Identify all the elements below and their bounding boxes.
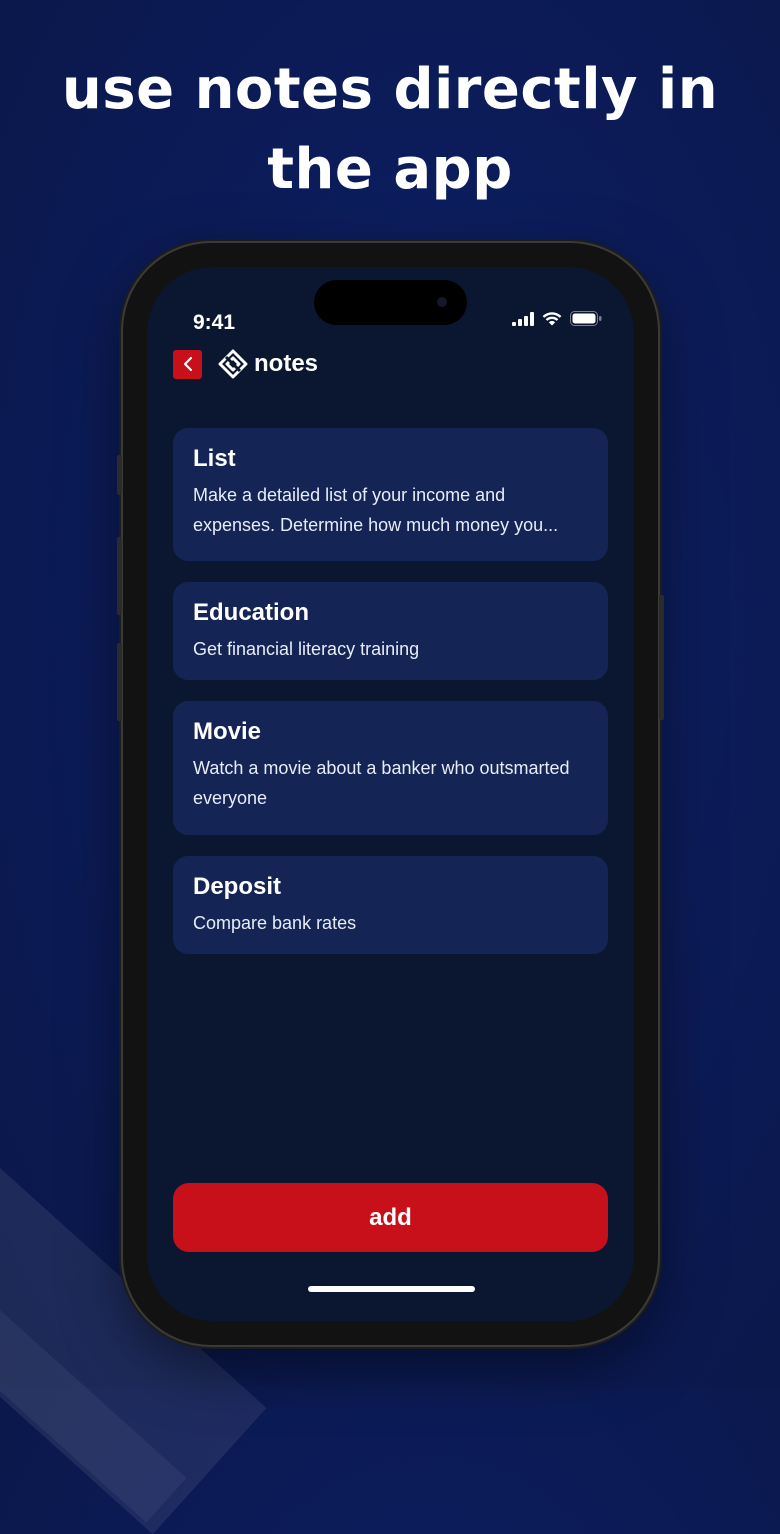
headline-line-2: the app <box>267 137 513 202</box>
app-title: notes <box>254 350 319 377</box>
add-button[interactable]: add <box>173 1183 608 1252</box>
volume-down-button <box>117 643 122 721</box>
wifi-icon <box>542 312 562 326</box>
home-indicator <box>308 1286 475 1292</box>
note-description: Watch a movie about a banker who outsmar… <box>193 758 570 808</box>
headline-line-1: use notes directly in <box>61 57 719 122</box>
note-card[interactable]: Deposit Compare bank rates <box>173 856 608 954</box>
action-button <box>117 455 122 495</box>
note-title: Education <box>193 599 310 626</box>
note-title: Deposit <box>193 873 282 900</box>
note-description: Make a detailed list of your income and … <box>193 485 559 535</box>
note-description: Get financial literacy training <box>193 639 420 659</box>
app-header: notes <box>173 349 318 379</box>
note-card[interactable]: Education Get financial literacy trainin… <box>173 582 608 680</box>
promo-headline: use notes directly in the app <box>0 50 780 210</box>
chevron-left-icon <box>183 356 192 372</box>
app-logo: notes <box>218 349 318 379</box>
camera-icon <box>437 297 447 307</box>
note-title: Movie <box>193 718 262 745</box>
power-button <box>659 595 664 720</box>
status-time: 9:41 <box>193 311 236 334</box>
dynamic-island <box>314 280 467 325</box>
note-card[interactable]: Movie Watch a movie about a banker who o… <box>173 701 608 835</box>
note-description: Compare bank rates <box>193 913 357 933</box>
phone-screen: 9:41 notes List Make a detailed list of … <box>147 267 634 1321</box>
note-title: List <box>193 445 236 472</box>
battery-icon <box>570 311 602 326</box>
notes-list: List Make a detailed list of your income… <box>173 428 608 975</box>
back-button[interactable] <box>173 349 202 379</box>
status-icons <box>512 311 602 326</box>
notes-logo-icon <box>218 349 248 379</box>
note-card[interactable]: List Make a detailed list of your income… <box>173 428 608 561</box>
volume-up-button <box>117 537 122 615</box>
phone-frame: 9:41 notes List Make a detailed list of … <box>117 243 664 1345</box>
cellular-signal-icon <box>512 311 534 326</box>
